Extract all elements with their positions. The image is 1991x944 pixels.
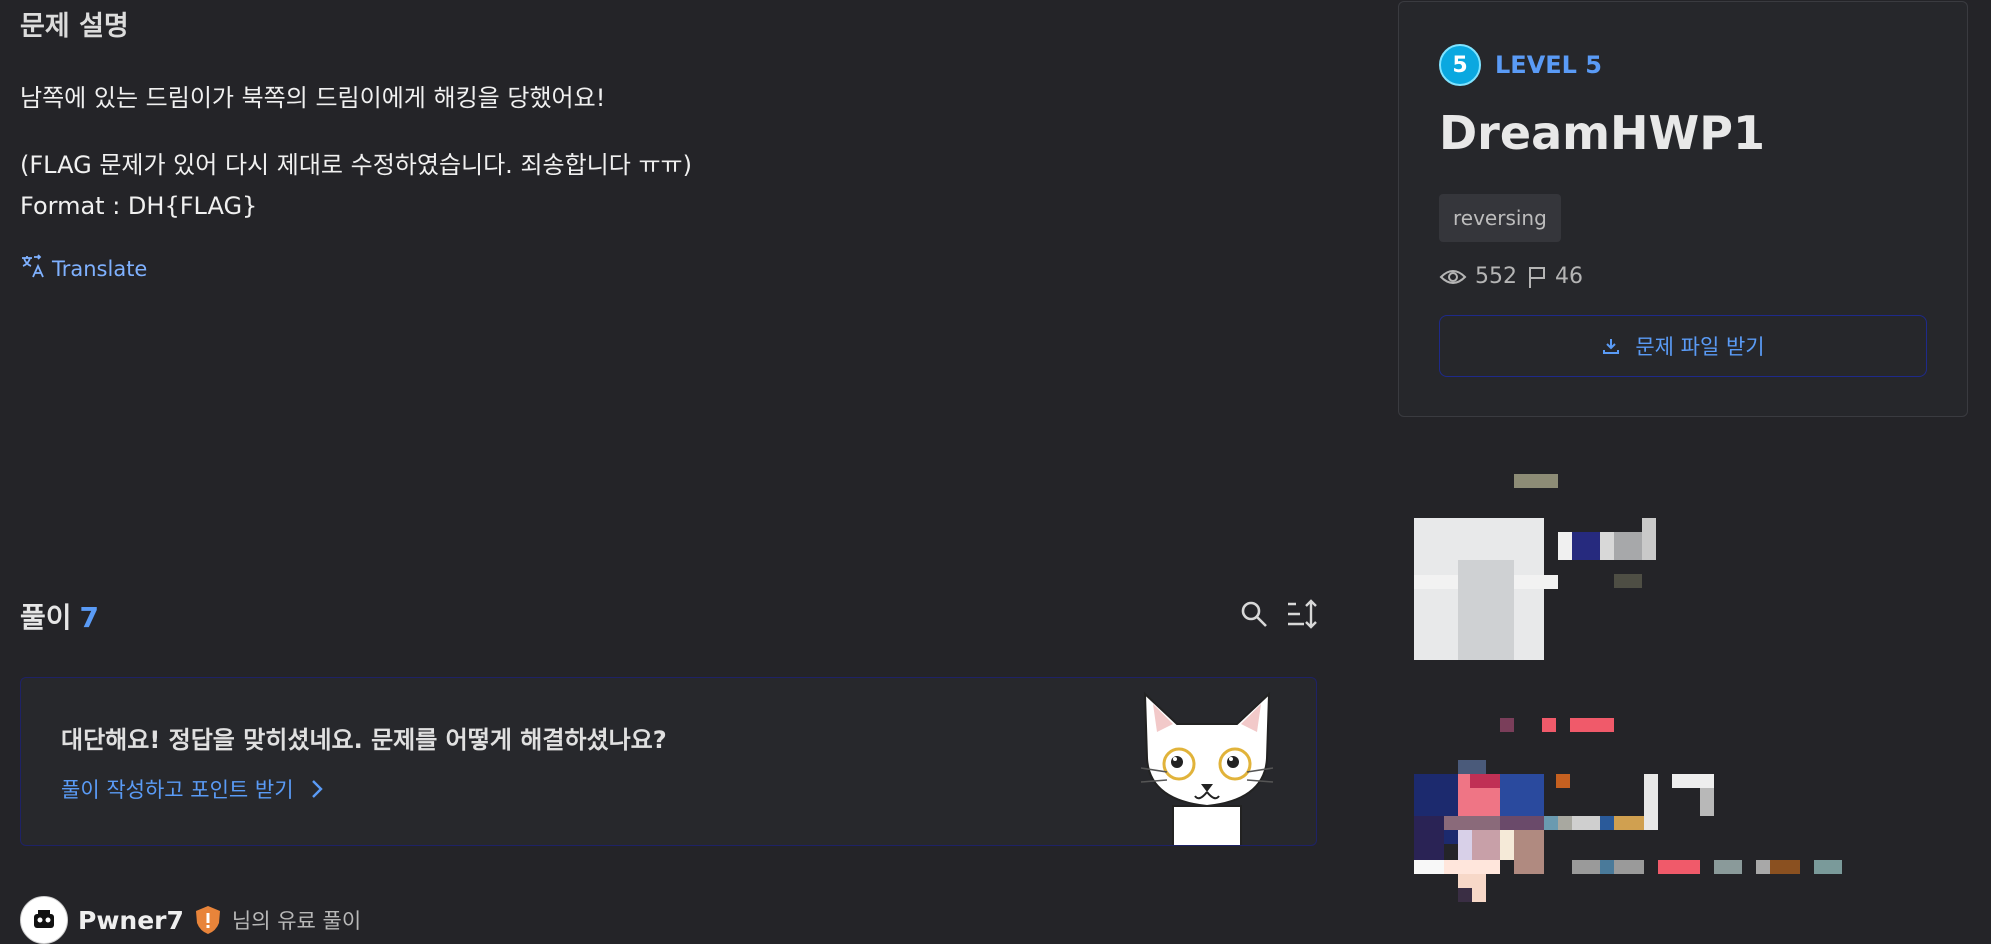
promo-title: 대단해요! 정답을 맞히셨네요. 문제를 어떻게 해결하셨나요? [61, 726, 667, 754]
translate-label: Translate [52, 256, 148, 281]
write-solution-link[interactable]: 풀이 작성하고 포인트 받기 [61, 774, 324, 804]
sort-icon[interactable] [1284, 596, 1320, 632]
solves-count: 46 [1555, 264, 1583, 289]
solutions-heading: 풀이 7 [20, 596, 99, 636]
solutions-heading-label: 풀이 [20, 601, 72, 634]
level-badge: 5 [1439, 44, 1481, 86]
solutions-count: 7 [79, 601, 100, 634]
write-solution-label: 풀이 작성하고 포인트 받기 [61, 778, 294, 802]
eye-icon [1439, 269, 1467, 284]
author-suffix: 님의 유료 풀이 [231, 909, 362, 933]
rank-shield-icon [195, 906, 220, 934]
search-icon[interactable] [1236, 596, 1272, 632]
author-name[interactable]: Pwner7 [78, 906, 184, 935]
views-stat: 552 [1439, 264, 1517, 289]
description-line-1: 남쪽에 있는 드림이가 북쪽의 드림이에게 해킹을 당했어요! [20, 84, 606, 112]
download-icon [1603, 339, 1620, 354]
views-count: 552 [1475, 264, 1517, 289]
translate-icon [20, 253, 46, 284]
challenge-info-card: 5 LEVEL 5 DreamHWP1 reversing 552 46 문제 … [1398, 1, 1968, 417]
description-heading: 문제 설명 [20, 11, 129, 42]
solves-stat: 46 [1527, 264, 1583, 289]
level-row: 5 LEVEL 5 [1439, 44, 1602, 86]
solution-author-row[interactable]: Pwner7 님의 유료 풀이 [20, 896, 361, 944]
chevron-right-icon [311, 780, 323, 798]
download-file-button[interactable]: 문제 파일 받기 [1439, 315, 1927, 377]
avatar[interactable] [20, 896, 68, 944]
description-format-line: Format : DH{FLAG} [20, 192, 258, 220]
description-line-2: (FLAG 문제가 있어 다시 제대로 수정하였습니다. 죄송합니다 ㅠㅠ) [20, 151, 692, 179]
challenge-title: DreamHWP1 [1439, 106, 1765, 160]
solutions-toolbar [1236, 596, 1320, 632]
cat-mascot [1137, 688, 1277, 845]
translate-link[interactable]: Translate [20, 253, 147, 284]
solution-promo-card: 대단해요! 정답을 맞히셨네요. 문제를 어떻게 해결하셨나요? 풀이 작성하고… [20, 677, 1317, 846]
challenge-stats: 552 46 [1439, 264, 1583, 289]
level-label: LEVEL 5 [1495, 51, 1603, 79]
download-file-label: 문제 파일 받기 [1635, 335, 1765, 359]
flag-icon [1529, 266, 1545, 288]
category-tag[interactable]: reversing [1439, 194, 1561, 242]
